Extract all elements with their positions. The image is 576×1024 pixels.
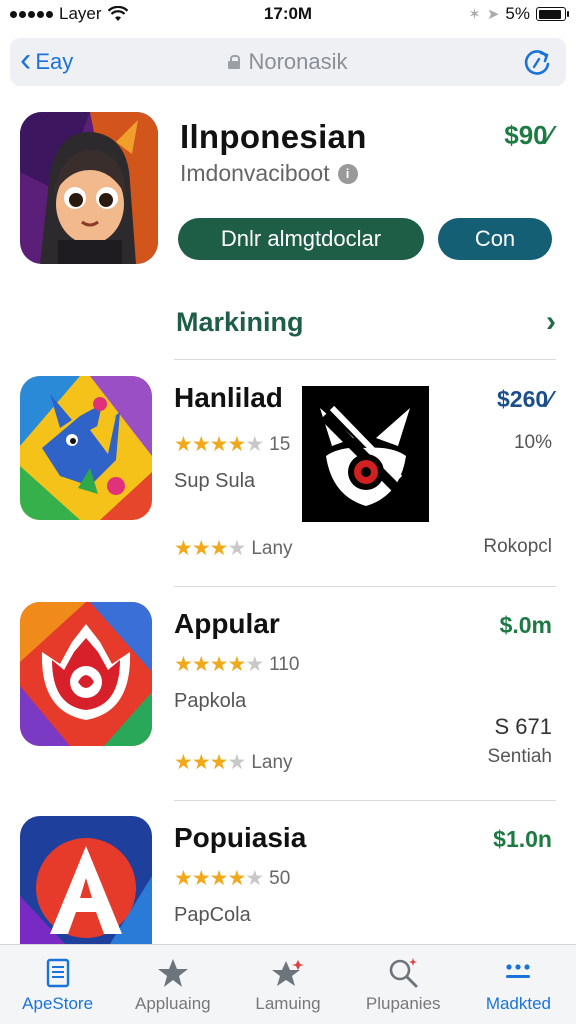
rating-label: Lany (251, 537, 293, 559)
search-icon (389, 957, 418, 987)
app-price: $260⁄ (496, 386, 552, 412)
battery-icon (536, 7, 569, 21)
tab-label: ApeStore (22, 993, 94, 1013)
divider (174, 586, 556, 587)
rating-count: 110 (269, 653, 300, 675)
rating-count: 50 (269, 867, 291, 889)
star-icon (157, 958, 188, 987)
developer-text: Sentiah (487, 746, 552, 767)
app-price: $1.0n (493, 826, 552, 852)
app-subtitle: Sup Sula (174, 470, 256, 492)
featured-app: Ilnponesian Imdonvaciboot i $90⁄ Dnlr al… (20, 112, 560, 272)
refresh-icon[interactable] (522, 47, 552, 77)
featured-app-price: $90⁄ (504, 120, 552, 150)
section-header[interactable]: Markining › (176, 300, 556, 344)
nav-title: Noronasik (10, 49, 566, 75)
nav-bar: ‹ Eay Noronasik (10, 38, 566, 86)
app-title: Popuiasia (174, 822, 307, 853)
bluetooth-icon: ✶ (468, 6, 481, 23)
rating-row-secondary: ★ ★ ★ ★ Lany (174, 750, 293, 775)
rating-label: Lany (251, 751, 293, 773)
tab-lamuing[interactable]: Lamuing (230, 945, 345, 1024)
menu-icon (506, 963, 531, 978)
app-subtitle: PapCola (174, 904, 251, 926)
wifi-icon (107, 6, 128, 21)
app-title: Hanlilad (174, 382, 283, 413)
list-item[interactable]: Hanlilad $260⁄ ★ ★ ★ ★ ★ 15 10% Sup Sula ★ ★ ★… (20, 376, 560, 566)
star-rating: ★ ★ ★ ★ ★ (174, 867, 264, 890)
app-icon (20, 816, 152, 944)
featured-app-title: Ilnponesian (180, 118, 367, 155)
status-right: ✶ ➤ 5% (468, 4, 569, 24)
overlay-logo-icon (302, 386, 429, 522)
tab-label: Madkted (485, 993, 552, 1013)
size-text: S 671 (494, 714, 553, 739)
rating-row: ★ ★ ★ ★ ★ 50 (174, 866, 290, 891)
featured-subtitle-text: Imdonvaciboot (180, 160, 330, 186)
tab-plupanies[interactable]: Plupanies (346, 945, 461, 1024)
tab-appstore[interactable]: ApeStore (0, 945, 115, 1024)
download-button[interactable]: Dnlr almgtdoclar (178, 218, 424, 260)
chevron-left-icon: ‹ (20, 41, 32, 79)
sparkle-star-icon (272, 959, 304, 986)
list-item[interactable]: Appular $.0m ★ ★ ★ ★ ★ 110 Papkola S 671 ★ ★ ★… (20, 602, 560, 792)
signal-icon (10, 10, 53, 18)
chevron-right-icon: › (546, 305, 556, 338)
featured-app-icon[interactable] (20, 112, 158, 264)
battery-percent: 5% (505, 4, 530, 23)
star-rating: ★ ★ ★ ★ (174, 751, 246, 774)
status-bar: Layer 17:0M ✶ ➤ 5% (0, 0, 576, 28)
section-title: Markining (176, 306, 304, 337)
tab-madkted[interactable]: Madkted (461, 945, 576, 1024)
list-item[interactable]: Popuiasia $1.0n ★ ★ ★ ★ ★ 50 PapCola (20, 816, 560, 944)
divider (174, 800, 556, 801)
rating-row: ★ ★ ★ ★ ★ 110 (174, 652, 299, 677)
tab-label: Plupanies (365, 993, 441, 1013)
app-icon (20, 602, 152, 746)
rating-row-secondary: ★ ★ ★ ★ Lany (174, 536, 293, 561)
tab-label: Appluaing (134, 993, 211, 1013)
app-icon (20, 376, 152, 520)
featured-app-subtitle: Imdonvaciboot i (180, 160, 358, 187)
app-price: $.0m (499, 612, 552, 638)
developer-text: Rokopcl (483, 536, 552, 557)
status-left: Layer (10, 4, 128, 24)
divider (174, 359, 556, 360)
star-rating: ★ ★ ★ ★ ★ (174, 653, 264, 676)
back-label: Eay (35, 49, 74, 74)
tab-label: Lamuing (255, 993, 321, 1013)
star-rating: ★ ★ ★ ★ ★ (174, 433, 264, 456)
rating-row: ★ ★ ★ ★ ★ 15 (174, 432, 290, 457)
rating-count: 15 (269, 433, 291, 455)
app-subtitle: Papkola (174, 690, 247, 712)
app-title: Appular (174, 608, 280, 639)
doc-icon (46, 958, 69, 987)
nav-title-text: Noronasik (248, 49, 348, 74)
tab-bar: ApeStore Appluaing Lamuing Plupanies Mad… (0, 944, 576, 1024)
info-icon[interactable]: i (337, 163, 358, 184)
carrier-label: Layer (59, 4, 102, 23)
star-rating: ★ ★ ★ ★ (174, 537, 246, 560)
location-icon: ➤ (486, 6, 500, 23)
tab-appluaing[interactable]: Appluaing (115, 945, 230, 1024)
get-button[interactable]: Con (438, 218, 552, 260)
back-button[interactable]: ‹ Eay (20, 43, 74, 77)
discount-text: 10% (513, 432, 552, 453)
lock-icon (228, 55, 241, 69)
